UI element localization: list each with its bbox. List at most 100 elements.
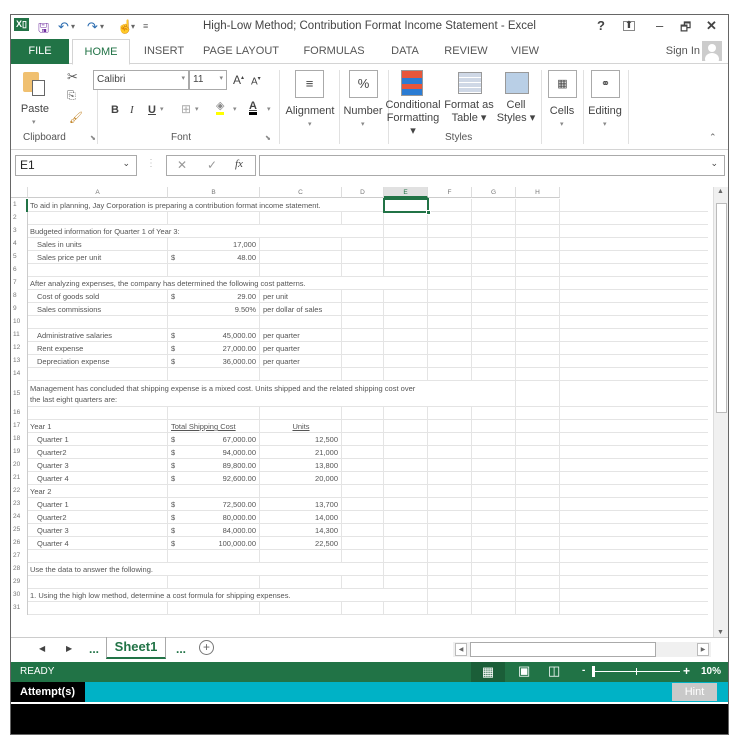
row-header[interactable]: 3	[11, 225, 28, 238]
cell-e31[interactable]	[384, 602, 428, 614]
cell-f13[interactable]	[428, 355, 472, 367]
cell-e25[interactable]	[384, 524, 428, 536]
cell-h6[interactable]	[516, 264, 560, 276]
name-box[interactable]: E1 ⌄	[15, 155, 137, 176]
cell-b10[interactable]	[168, 316, 260, 328]
help-icon[interactable]: ?	[597, 18, 605, 33]
cell-c27[interactable]	[260, 550, 342, 562]
cell-g26[interactable]	[472, 537, 516, 549]
column-header-g[interactable]: G	[472, 187, 516, 198]
row-header[interactable]: 4	[11, 238, 28, 251]
cell-g10[interactable]	[472, 316, 516, 328]
zoom-in-button[interactable]: +	[683, 664, 690, 678]
borders-icon[interactable]: ⊞	[181, 102, 191, 116]
cell-h28[interactable]	[516, 563, 560, 575]
select-all-corner[interactable]	[11, 187, 28, 198]
cell-f28[interactable]	[428, 563, 472, 575]
cell-e20[interactable]	[384, 459, 428, 471]
column-header-b[interactable]: B	[168, 187, 260, 198]
cell-d24[interactable]	[342, 511, 384, 523]
font-name-dropdown[interactable]: Calibri ▾	[93, 70, 189, 90]
cell-d5[interactable]	[342, 251, 384, 263]
row-header[interactable]: 10	[11, 316, 28, 329]
cell-d13[interactable]	[342, 355, 384, 367]
row-header[interactable]: 9	[11, 303, 28, 316]
clipboard-launcher-icon[interactable]: ⬊	[90, 134, 96, 142]
cell-d21[interactable]	[342, 472, 384, 484]
cell-f18[interactable]	[428, 433, 472, 445]
cell-f19[interactable]	[428, 446, 472, 458]
scroll-up-icon[interactable]: ▲	[717, 188, 724, 195]
cell-g29[interactable]	[472, 576, 516, 588]
cell-f15[interactable]	[428, 381, 472, 406]
row-header[interactable]: 14	[11, 368, 28, 381]
cell-c6[interactable]	[260, 264, 342, 276]
cell-h8[interactable]	[516, 290, 560, 302]
cell-f14[interactable]	[428, 368, 472, 380]
cells-button[interactable]: ▦ Cells ▾	[544, 68, 580, 128]
column-header-a[interactable]: A	[28, 187, 168, 198]
cell-d12[interactable]	[342, 342, 384, 354]
fill-color-icon[interactable]: ◈	[216, 100, 225, 115]
cell-c31[interactable]	[260, 602, 342, 614]
horizontal-scrollbar[interactable]: ◀ ▶	[453, 642, 711, 657]
more-sheets-left[interactable]: ...	[89, 642, 99, 656]
cell-e17[interactable]	[384, 420, 428, 432]
format-painter-icon[interactable]: 🖌	[69, 111, 83, 124]
scroll-right-icon[interactable]: ▶	[697, 643, 709, 656]
cell-g20[interactable]	[472, 459, 516, 471]
tab-insert[interactable]: INSERT	[139, 39, 189, 64]
normal-view-icon[interactable]: ▦	[471, 662, 505, 682]
cell-h22[interactable]	[516, 485, 560, 497]
editing-button[interactable]: ⚭ Editing ▾	[585, 68, 625, 128]
cell-f25[interactable]	[428, 524, 472, 536]
cell-b22[interactable]	[168, 485, 260, 497]
cell-h30[interactable]	[516, 589, 560, 601]
increase-font-size-icon[interactable]: A▴	[233, 73, 244, 87]
cell-e4[interactable]	[384, 238, 428, 250]
cell-f2[interactable]	[428, 212, 472, 224]
cell-e8[interactable]	[384, 290, 428, 302]
cell-c28[interactable]	[260, 563, 342, 575]
ribbon-display-options-icon[interactable]: ⬆	[623, 21, 635, 31]
tab-data[interactable]: DATA	[385, 39, 425, 64]
cell-f1[interactable]	[428, 199, 472, 211]
cell-b6[interactable]	[168, 264, 260, 276]
row-header[interactable]: 15	[11, 381, 28, 407]
cell-e12[interactable]	[384, 342, 428, 354]
minimize-button[interactable]: –	[656, 18, 663, 33]
row-header[interactable]: 21	[11, 472, 28, 485]
row-header[interactable]: 19	[11, 446, 28, 459]
expand-formula-icon[interactable]: ⌄	[710, 158, 718, 169]
cell-d2[interactable]	[342, 212, 384, 224]
cell-d31[interactable]	[342, 602, 384, 614]
worksheet-grid[interactable]: A B C D E F G H 1 To aid in planning, Jay Corpora…	[11, 187, 713, 637]
cell-h7[interactable]	[516, 277, 560, 289]
font-color-dropdown-icon[interactable]: ▾	[267, 105, 271, 113]
row-header[interactable]: 6	[11, 264, 28, 277]
row-header[interactable]: 16	[11, 407, 28, 420]
italic-button[interactable]: I	[130, 104, 134, 116]
cell-f9[interactable]	[428, 303, 472, 315]
row-header[interactable]: 31	[11, 602, 28, 615]
cell-h26[interactable]	[516, 537, 560, 549]
tab-home[interactable]: HOME	[72, 39, 130, 65]
cell-h29[interactable]	[516, 576, 560, 588]
cell-f26[interactable]	[428, 537, 472, 549]
cell-a6[interactable]	[28, 264, 168, 276]
vertical-scroll-thumb[interactable]	[716, 203, 727, 413]
cell-a2[interactable]	[28, 212, 168, 224]
cell-g19[interactable]	[472, 446, 516, 458]
tab-formulas[interactable]: FORMULAS	[301, 39, 367, 64]
cell-h25[interactable]	[516, 524, 560, 536]
row-header[interactable]: 28	[11, 563, 28, 576]
cell-styles-button[interactable]: Cell Styles ▾	[496, 68, 536, 128]
row-header[interactable]: 22	[11, 485, 28, 498]
cell-f23[interactable]	[428, 498, 472, 510]
cell-c14[interactable]	[260, 368, 342, 380]
cell-e10[interactable]	[384, 316, 428, 328]
cell-e11[interactable]	[384, 329, 428, 341]
more-sheets-right[interactable]: ...	[176, 642, 186, 656]
scroll-down-icon[interactable]: ▼	[717, 629, 724, 636]
bold-button[interactable]: B	[111, 104, 119, 116]
